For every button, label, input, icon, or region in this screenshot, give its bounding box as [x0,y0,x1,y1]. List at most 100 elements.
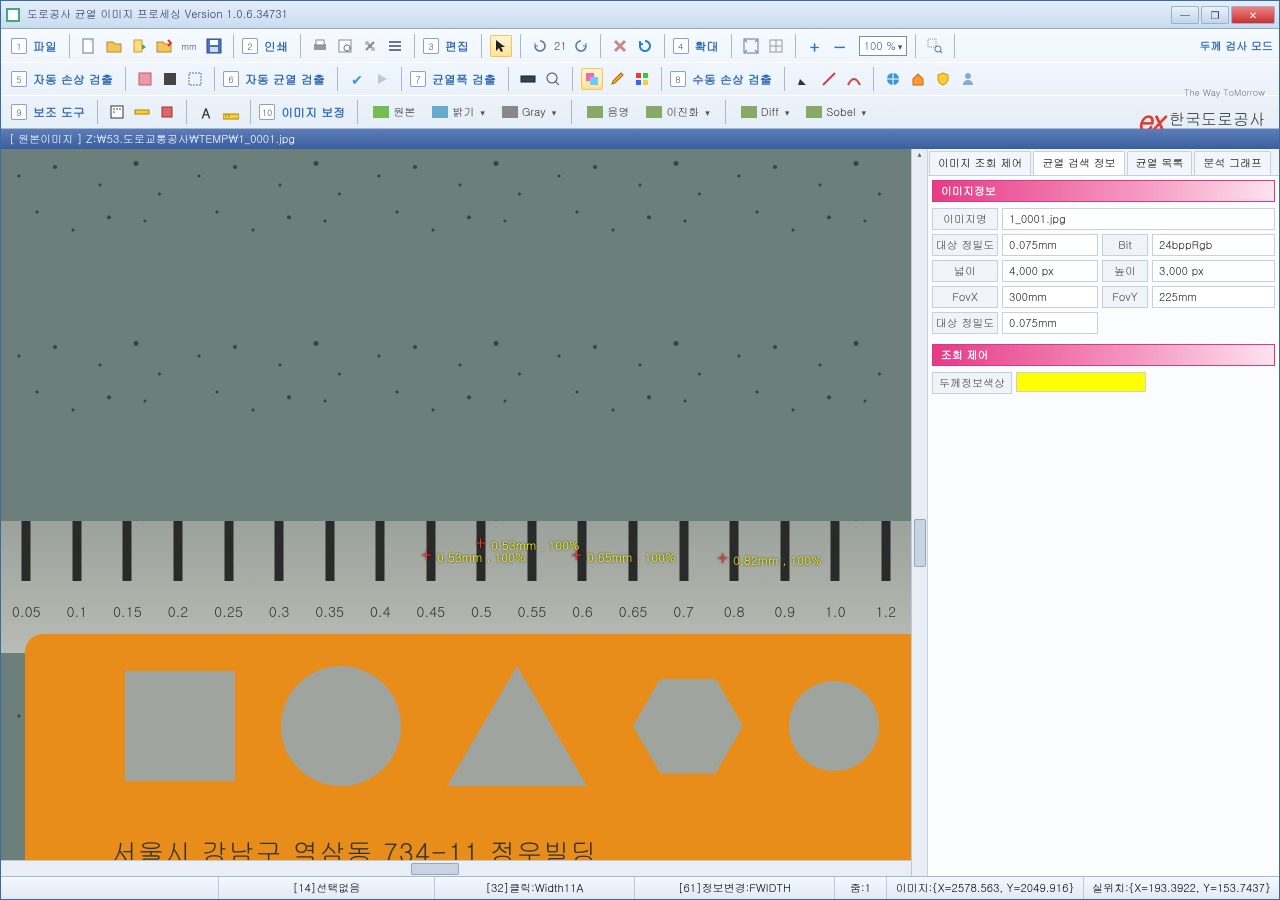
negative-button[interactable]: 음영 [580,102,636,123]
grid-icon[interactable] [106,101,128,123]
k-image-name: 이미지명 [932,208,998,230]
toolbar-row-3: 9 보조 도구 A 10 이미지 보정 원본 밝기▾ [1,95,1279,128]
export-icon[interactable] [128,35,150,57]
fit-icon[interactable] [740,35,762,57]
menu-file[interactable]: 파일 [33,38,57,55]
menu-auto-crack[interactable]: 자동 균열 검출 [245,71,325,88]
maximize-button[interactable]: ❐ [1201,6,1229,24]
k-bit: Bit [1102,234,1148,256]
menu-auto-damage[interactable]: 자동 손상 검출 [33,71,113,88]
run-detect-icon[interactable] [134,68,156,90]
k-width: 넓이 [932,260,998,282]
menu-aux[interactable]: 보조 도구 [33,104,85,121]
open-icon[interactable] [103,35,125,57]
zoom-region-icon[interactable] [924,35,946,57]
hotkey-7: 7 [410,71,426,87]
v-height: 3,000 px [1152,260,1275,282]
shape-square [125,671,235,781]
rotate-value: 21 [554,39,567,54]
k-thickness-color: 두께정보색상 [932,372,1012,394]
zoom-in-icon[interactable]: + [804,35,826,57]
tab-1[interactable]: 균열 검색 정보 [1033,151,1124,175]
ruler-icon[interactable] [131,101,153,123]
tab-0[interactable]: 이미지 조회 제어 [929,151,1031,175]
print-preview-icon[interactable] [334,35,356,57]
k-target-res: 대상 정밀도 [932,234,998,256]
shield-icon[interactable] [932,68,954,90]
play-icon[interactable] [371,68,393,90]
v-bit: 24bppRgb [1152,234,1275,256]
image-viewport[interactable]: 0.050.10.150.20.250.30.350.40.450.50.550… [1,149,911,876]
eyedrop-icon[interactable] [156,101,178,123]
toolbar-row-1: 1 파일 mm 2 인쇄 [1,29,1279,62]
import-icon[interactable] [153,35,175,57]
region-icon[interactable] [184,68,206,90]
menu-edit[interactable]: 편집 [445,38,469,55]
color-picker-icon[interactable] [606,68,628,90]
menu-image-correction[interactable]: 이미지 보정 [281,104,345,121]
original-button[interactable]: 원본 [366,102,422,123]
settings-icon[interactable] [359,35,381,57]
refresh-icon[interactable] [634,35,656,57]
accept-icon[interactable]: ✔ [346,68,368,90]
measurement-label: +0.82mm , 100% [733,552,822,569]
diff-button[interactable]: Diff▾ [734,102,797,123]
tab-3[interactable]: 분석 그래프 [1194,151,1271,175]
actual-size-icon[interactable] [765,35,787,57]
menu-print[interactable]: 인쇄 [264,38,288,55]
width-tool2-icon[interactable] [542,68,564,90]
measure-icon[interactable] [220,101,242,123]
delete-icon[interactable] [609,35,631,57]
zoom-out-icon[interactable]: − [829,35,851,57]
user-icon[interactable] [957,68,979,90]
v-scrollbar[interactable]: ▴ [911,149,927,876]
window-buttons: — ❐ ✕ [1171,6,1275,24]
h-scrollbar[interactable] [1,860,911,876]
save-icon[interactable] [203,35,225,57]
width-tool1-icon[interactable] [517,68,539,90]
v-scroll-thumb[interactable] [914,519,926,567]
curve-icon[interactable] [843,68,865,90]
new-icon[interactable] [78,35,100,57]
pointer-icon[interactable] [490,35,512,57]
measurement-label: +0.65mm , 100% [587,549,676,566]
minimize-button[interactable]: — [1171,6,1199,24]
close-button[interactable]: ✕ [1231,6,1275,24]
zoom-select[interactable]: 100 %▾ [859,36,908,56]
mask-icon[interactable] [159,68,181,90]
titlebar[interactable]: 도로공사 균열 이미지 프로세싱 Version 1.0.6.34731 — ❐… [1,1,1279,29]
menu-crack-width[interactable]: 균열폭 검출 [432,71,496,88]
rotate-left-icon[interactable] [529,35,551,57]
globe-icon[interactable] [882,68,904,90]
menu-zoom[interactable]: 확대 [695,38,719,55]
rotate-right-icon[interactable] [570,35,592,57]
gray-button[interactable]: Gray▾ [495,102,563,123]
line-icon[interactable] [818,68,840,90]
k-fovy: FovY [1102,286,1148,308]
k-height: 높이 [1102,260,1148,282]
thickness-color-picker[interactable] [1016,372,1146,392]
binarize-button[interactable]: 이진화▾ [639,102,717,123]
mm-icon[interactable]: mm [178,35,200,57]
overlay-toggle-icon[interactable] [581,68,603,90]
hotkey-9: 9 [11,104,27,120]
pen-icon[interactable] [793,68,815,90]
list-icon[interactable] [384,35,406,57]
hotkey-8: 8 [670,71,686,87]
hotkey-4: 4 [673,38,689,54]
k-target-res2: 대상 정밀도 [932,312,998,334]
sobel-button[interactable]: Sobel▾ [799,102,873,123]
home-icon[interactable] [907,68,929,90]
brightness-button[interactable]: 밝기▾ [425,102,492,123]
thickness-mode-label[interactable]: 두께 검사 모드 [1200,39,1273,54]
color-chip-icon[interactable] [631,68,653,90]
menu-manual-damage[interactable]: 수동 손상 검출 [692,71,772,88]
text-icon[interactable]: A [195,101,217,123]
measurement-label: +0.53mm , 100% [491,537,580,554]
tab-2[interactable]: 균열 목록 [1127,151,1193,175]
print-icon[interactable] [309,35,331,57]
hotkey-5: 5 [11,71,27,87]
status-image-pos: 이미지:{X=2578.563, Y=2049.916} [887,877,1084,899]
app-window: 도로공사 균열 이미지 프로세싱 Version 1.0.6.34731 — ❐… [0,0,1280,900]
h-scroll-thumb[interactable] [411,863,459,875]
